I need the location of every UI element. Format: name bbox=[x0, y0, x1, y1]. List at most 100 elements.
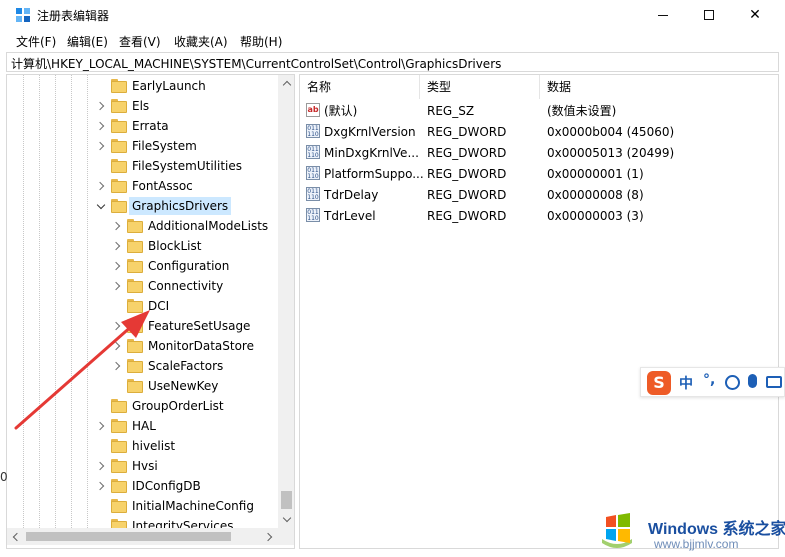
column-header-data[interactable]: 数据 bbox=[540, 75, 778, 99]
chevron-right-icon[interactable] bbox=[111, 240, 123, 252]
tree-item[interactable]: FontAssoc bbox=[7, 176, 279, 196]
scroll-right-icon[interactable] bbox=[261, 528, 278, 545]
value-name: PlatformSuppo... bbox=[324, 167, 424, 181]
tree-item[interactable]: HAL bbox=[7, 416, 279, 436]
ime-toolbar[interactable]: S 中 °, bbox=[640, 367, 785, 397]
tree-horizontal-scroll-thumb[interactable] bbox=[26, 532, 231, 541]
tree-vertical-scrollbar[interactable] bbox=[278, 75, 294, 528]
tree-item-label: BlockList bbox=[148, 239, 202, 253]
smiley-icon[interactable] bbox=[725, 375, 740, 390]
tree-item[interactable]: GraphicsDrivers bbox=[7, 196, 279, 216]
folder-icon bbox=[127, 359, 143, 373]
tree-item[interactable]: IDConfigDB bbox=[7, 476, 279, 496]
key-tree-pane[interactable]: EarlyLaunch Els Errata FileSystem FileSystem… bbox=[6, 74, 295, 549]
folder-icon bbox=[111, 119, 127, 133]
tree-item[interactable]: ScaleFactors bbox=[7, 356, 279, 376]
value-row[interactable]: 011 110 DxgKrnlVersion REG_DWORD 0x0000b004… bbox=[300, 121, 778, 142]
close-icon: ✕ bbox=[749, 7, 761, 23]
value-data: 0x00005013 (20499) bbox=[547, 146, 675, 160]
tree-item-label: FileSystemUtilities bbox=[132, 159, 242, 173]
chevron-right-icon[interactable] bbox=[95, 120, 107, 132]
chevron-right-icon[interactable] bbox=[95, 420, 107, 432]
tree-item-label: DCI bbox=[148, 299, 170, 313]
binary-value-icon: 011 110 bbox=[306, 124, 320, 138]
scrollbar-corner bbox=[278, 528, 294, 545]
tree-item[interactable]: GroupOrderList bbox=[7, 396, 279, 416]
chevron-right-icon[interactable] bbox=[111, 220, 123, 232]
windows-logo-icon bbox=[602, 513, 632, 548]
value-row[interactable]: 011 110 MinDxgKrnlVe... REG_DWORD 0x0000501… bbox=[300, 142, 778, 163]
menu-favorites[interactable]: 收藏夹(A) bbox=[172, 33, 230, 50]
folder-icon bbox=[111, 479, 127, 493]
tree-vertical-scroll-thumb[interactable] bbox=[281, 491, 292, 509]
tree-item[interactable]: Hvsi bbox=[7, 456, 279, 476]
menu-help[interactable]: 帮助(H) bbox=[238, 33, 284, 50]
tree-item-label: EarlyLaunch bbox=[132, 79, 206, 93]
close-button[interactable]: ✕ bbox=[732, 0, 778, 30]
value-data: 0x0000b004 (45060) bbox=[547, 125, 675, 139]
chevron-right-icon[interactable] bbox=[111, 320, 123, 332]
value-type: REG_DWORD bbox=[427, 167, 507, 181]
column-header-type[interactable]: 类型 bbox=[420, 75, 540, 99]
ime-chinese-mode[interactable]: 中 bbox=[679, 373, 693, 393]
value-data: 0x00000001 (1) bbox=[547, 167, 644, 181]
tree-item[interactable]: Configuration bbox=[7, 256, 279, 276]
chevron-right-icon[interactable] bbox=[95, 180, 107, 192]
tree-item-label: Connectivity bbox=[148, 279, 224, 293]
chevron-right-icon[interactable] bbox=[95, 100, 107, 112]
value-row[interactable]: 011 110 TdrLevel REG_DWORD 0x00000003 (3) bbox=[300, 205, 778, 226]
menu-edit[interactable]: 编辑(E) bbox=[65, 33, 110, 50]
ime-punctuation-toggle[interactable]: °, bbox=[703, 372, 715, 388]
value-data: (数值未设置) bbox=[547, 104, 617, 118]
values-list-pane[interactable]: 名称 类型 数据 ab (默认) REG_SZ (数值未设置) 011 110 DxgKr… bbox=[299, 74, 779, 549]
tree-item[interactable]: BlockList bbox=[7, 236, 279, 256]
chevron-right-icon[interactable] bbox=[95, 480, 107, 492]
tree-item[interactable]: DCI bbox=[7, 296, 279, 316]
tree-item[interactable]: Errata bbox=[7, 116, 279, 136]
maximize-button[interactable] bbox=[686, 0, 732, 30]
tree-horizontal-scrollbar[interactable] bbox=[7, 528, 278, 545]
tree-item[interactable]: UseNewKey bbox=[7, 376, 279, 396]
scroll-left-icon[interactable] bbox=[7, 528, 24, 545]
value-row[interactable]: 011 110 TdrDelay REG_DWORD 0x00000008 (8) bbox=[300, 184, 778, 205]
chevron-right-icon[interactable] bbox=[111, 260, 123, 272]
address-bar[interactable]: 计算机\HKEY_LOCAL_MACHINE\SYSTEM\CurrentCon… bbox=[6, 52, 779, 72]
menu-file[interactable]: 文件(F) bbox=[14, 33, 58, 50]
scroll-down-icon[interactable] bbox=[278, 511, 294, 528]
tree-item[interactable]: Connectivity bbox=[7, 276, 279, 296]
column-header-name[interactable]: 名称 bbox=[300, 75, 420, 99]
tree-item-label: Configuration bbox=[148, 259, 230, 273]
tree-item[interactable]: FileSystem bbox=[7, 136, 279, 156]
tree-item[interactable]: EarlyLaunch bbox=[7, 76, 279, 96]
value-row[interactable]: 011 110 PlatformSuppo... REG_DWORD 0x000000… bbox=[300, 163, 778, 184]
tree-item[interactable]: InitialMachineConfig bbox=[7, 496, 279, 516]
tree-item[interactable]: Els bbox=[7, 96, 279, 116]
folder-icon bbox=[111, 159, 127, 173]
microphone-icon[interactable] bbox=[748, 374, 757, 388]
chevron-right-icon[interactable] bbox=[95, 140, 107, 152]
chevron-right-icon[interactable] bbox=[111, 360, 123, 372]
tree-item[interactable]: MonitorDataStore bbox=[7, 336, 279, 356]
value-row[interactable]: ab (默认) REG_SZ (数值未设置) bbox=[300, 100, 778, 121]
keyboard-icon[interactable] bbox=[766, 376, 782, 388]
minimize-button[interactable] bbox=[640, 0, 686, 30]
menu-bar: 文件(F) 编辑(E) 查看(V) 收藏夹(A) 帮助(H) bbox=[0, 30, 785, 51]
value-name: TdrDelay bbox=[324, 188, 379, 202]
tree-item-label: UseNewKey bbox=[148, 379, 219, 393]
tree-item[interactable]: hivelist bbox=[7, 436, 279, 456]
chevron-down-icon[interactable] bbox=[95, 200, 107, 212]
chevron-right-icon[interactable] bbox=[95, 460, 107, 472]
minimize-icon bbox=[658, 14, 668, 16]
tree-item-label: Hvsi bbox=[132, 459, 158, 473]
folder-icon bbox=[111, 499, 127, 513]
tree-item[interactable]: FeatureSetUsage bbox=[7, 316, 279, 336]
chevron-right-icon[interactable] bbox=[111, 340, 123, 352]
scroll-up-icon[interactable] bbox=[278, 75, 294, 92]
tree-item[interactable]: FileSystemUtilities bbox=[7, 156, 279, 176]
folder-icon bbox=[127, 239, 143, 253]
sogou-logo-icon[interactable]: S bbox=[647, 371, 671, 395]
tree-item[interactable]: AdditionalModeLists bbox=[7, 216, 279, 236]
menu-view[interactable]: 查看(V) bbox=[117, 33, 163, 50]
chevron-right-icon[interactable] bbox=[111, 280, 123, 292]
registry-editor-icon bbox=[16, 8, 30, 22]
